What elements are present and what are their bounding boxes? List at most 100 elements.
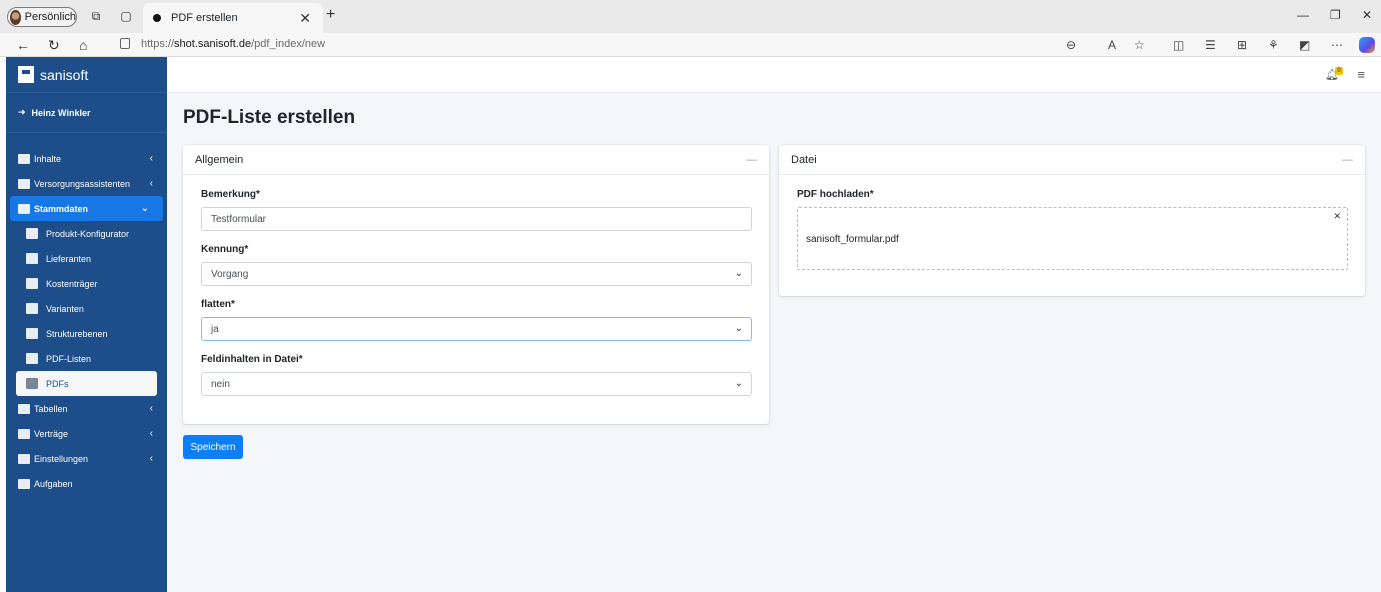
profile-label: Persönlich <box>24 11 76 23</box>
collections-icon[interactable]: ⊞ <box>1237 38 1247 52</box>
extension-icon[interactable]: ⚘ <box>1268 38 1279 52</box>
collapse-icon[interactable]: — <box>746 154 757 166</box>
window-close-icon[interactable]: ✕ <box>1362 8 1372 22</box>
sidebar-item-varianten[interactable]: Varianten <box>6 296 167 321</box>
avatar <box>10 9 21 25</box>
chevron-left-icon: ‹ <box>149 403 153 414</box>
collapse-icon[interactable]: — <box>1342 154 1353 166</box>
pdf-file-icon <box>26 353 38 364</box>
sidebar-item-label: Kostenträger <box>46 278 98 289</box>
boxes-icon <box>18 153 30 164</box>
sidebar-item-label: Varianten <box>46 303 84 314</box>
user-panel[interactable]: ➜ Heinz Winkler <box>6 93 167 133</box>
remove-file-icon[interactable]: ✕ <box>1333 211 1341 222</box>
more-menu-icon[interactable]: ⋯ <box>1331 38 1343 52</box>
sidebar-item-vertraege[interactable]: Verträge ‹ <box>6 421 167 446</box>
restore-icon[interactable]: ❐ <box>1330 8 1341 22</box>
sidebar-item-strukturebenen[interactable]: Strukturebenen <box>6 321 167 346</box>
credit-card-icon <box>26 278 38 289</box>
copilot-icon[interactable] <box>1359 37 1375 53</box>
sidebar-item-pdfs[interactable]: PDFs <box>16 371 157 396</box>
sidebar-item-aufgaben[interactable]: Aufgaben <box>6 471 167 496</box>
home-icon[interactable]: ⌂ <box>79 37 87 53</box>
sidebar-item-versorgungsassistenten[interactable]: Versorgungsassistenten ‹ <box>6 171 167 196</box>
save-button[interactable]: Speichern <box>183 435 243 459</box>
sitemap-icon <box>18 178 30 189</box>
card-body: PDF hochladen* ✕ sanisoft_formular.pdf <box>779 175 1365 280</box>
chevron-left-icon: ‹ <box>149 178 153 189</box>
tab-actions-icon[interactable]: ▢ <box>118 8 134 24</box>
field-label-flatten: flatten* <box>201 299 235 310</box>
pdf-file-icon <box>26 378 38 389</box>
address-bar: ← ↻ ⌂ https://shot.sanisoft.de/pdf_index… <box>0 33 1381 57</box>
bemerkung-input[interactable]: Testformular <box>201 207 752 231</box>
browser-tabbar: Persönlich ⧉ ▢ PDF erstellen ✕ + — ❐ ✕ <box>0 0 1381 33</box>
back-icon[interactable]: ← <box>16 37 30 53</box>
card-file: Datei — PDF hochladen* ✕ sanisoft_formul… <box>779 145 1365 296</box>
brand[interactable]: sanisoft <box>6 57 167 93</box>
sidebar-item-label: Inhalte <box>34 153 62 164</box>
new-tab-icon[interactable]: + <box>326 6 335 24</box>
brand-name: sanisoft <box>40 66 89 83</box>
flatten-value: ja <box>211 323 219 335</box>
url-prefix: https:// <box>141 38 175 50</box>
chevron-down-icon: ⌄ <box>734 268 743 279</box>
card-title: Datei <box>791 153 817 166</box>
url-field[interactable]: https://shot.sanisoft.de/pdf_index/new <box>141 38 325 50</box>
chevron-down-icon: ⌄ <box>734 323 743 334</box>
sidebar-item-label: PDF-Listen <box>46 353 92 364</box>
page-title: PDF-Liste erstellen <box>183 107 356 128</box>
sidebar-item-einstellungen[interactable]: Einstellungen ‹ <box>6 446 167 471</box>
sidebar-item-label: Stammdaten <box>34 203 89 214</box>
workspaces-icon[interactable]: ⧉ <box>88 8 104 24</box>
url-host: shot.sanisoft.de <box>174 38 252 50</box>
app-topbar: 🔔︎ 0 ≡ <box>167 57 1381 93</box>
profile-button[interactable]: Persönlich <box>7 7 77 27</box>
edge-extension-icon[interactable]: ◩ <box>1299 38 1310 52</box>
sidebar-item-tabellen[interactable]: Tabellen ‹ <box>6 396 167 421</box>
sidebar-item-label: Aufgaben <box>34 478 73 489</box>
chevron-left-icon: ‹ <box>149 153 153 164</box>
browser-tab-active[interactable]: PDF erstellen ✕ <box>143 3 323 33</box>
sidebar-item-label: Strukturebenen <box>46 328 108 339</box>
sidebar-item-label: Verträge <box>34 428 69 439</box>
tab-title: PDF erstellen <box>171 12 238 24</box>
tab-close-icon[interactable]: ✕ <box>299 10 311 27</box>
sidebar-item-label: Lieferanten <box>46 253 92 264</box>
refresh-icon[interactable]: ↻ <box>48 37 60 54</box>
read-aloud-icon[interactable]: A <box>1108 38 1116 52</box>
gear-icon <box>18 453 30 464</box>
tasks-icon <box>18 478 30 489</box>
sidebar-nav: Inhalte ‹ Versorgungsassistenten ‹ Stamm… <box>6 133 167 496</box>
bemerkung-value: Testformular <box>211 213 267 225</box>
split-screen-icon[interactable]: ◫ <box>1173 38 1184 52</box>
chevron-down-icon: ⌄ <box>140 203 149 214</box>
feldinhalten-select[interactable]: nein ⌄ <box>201 372 752 396</box>
main-content: PDF-Liste erstellen Allgemein — Bemerkun… <box>167 93 1381 592</box>
database-icon <box>18 203 30 214</box>
sidebar-item-produkt-konfigurator[interactable]: Produkt-Konfigurator <box>6 221 167 246</box>
table-icon <box>18 403 30 414</box>
card-title: Allgemein <box>195 153 244 166</box>
lock-icon[interactable] <box>120 38 130 49</box>
menu-icon[interactable]: ≡ <box>1357 67 1365 82</box>
sidebar: sanisoft ➜ Heinz Winkler Inhalte ‹ Verso… <box>6 57 167 592</box>
sidebar-item-kostentraeger[interactable]: Kostenträger <box>6 271 167 296</box>
flatten-select[interactable]: ja ⌄ <box>201 317 752 341</box>
minimize-icon[interactable]: — <box>1297 8 1309 22</box>
field-label-kennung: Kennung* <box>201 244 249 255</box>
upload-label: PDF hochladen* <box>797 189 874 200</box>
sitemap-icon <box>26 328 38 339</box>
favorite-star-icon[interactable]: ☆ <box>1134 38 1145 52</box>
sidebar-item-stammdaten[interactable]: Stammdaten ⌄ <box>10 196 163 221</box>
contract-file-icon <box>18 428 30 439</box>
sidebar-item-inhalte[interactable]: Inhalte ‹ <box>6 146 167 171</box>
favorites-icon[interactable]: ☰ <box>1205 38 1216 52</box>
boxes-icon <box>26 253 38 264</box>
kennung-select[interactable]: Vorgang ⌄ <box>201 262 752 286</box>
sidebar-item-label: Einstellungen <box>34 453 89 464</box>
zoom-icon[interactable]: ⊖ <box>1066 38 1076 52</box>
sidebar-item-lieferanten[interactable]: Lieferanten <box>6 246 167 271</box>
sidebar-item-pdf-listen[interactable]: PDF-Listen <box>6 346 167 371</box>
pdf-dropzone[interactable]: ✕ sanisoft_formular.pdf <box>797 207 1348 270</box>
